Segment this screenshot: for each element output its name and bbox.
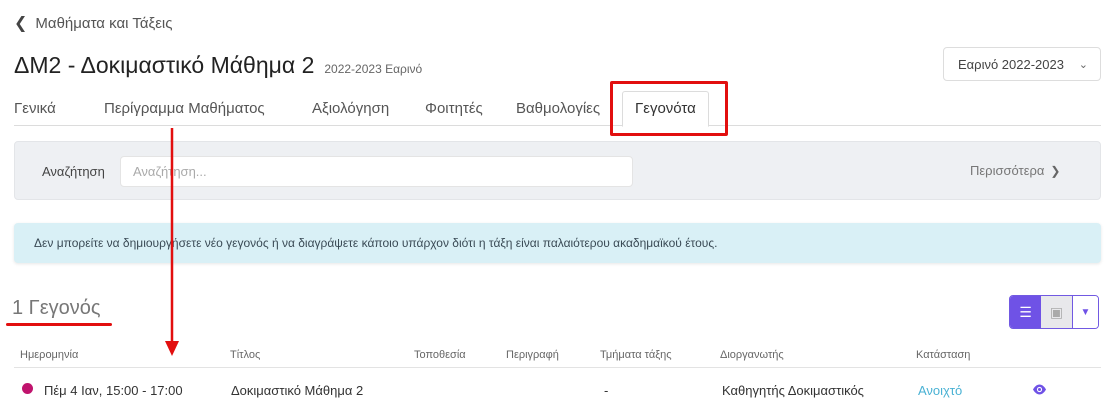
search-panel: Αναζήτηση Περισσότερα ❯	[14, 141, 1101, 200]
more-filters-label: Περισσότερα	[970, 163, 1045, 178]
chevron-down-icon: ❯	[1050, 163, 1061, 178]
list-icon: ☰	[1019, 303, 1032, 320]
page-title: ΔΜ2 - Δοκιμαστικό Μάθημα 2	[14, 52, 315, 78]
back-link-label: Μαθήματα και Τάξεις	[35, 14, 173, 32]
calendar-icon: ▣	[1049, 303, 1064, 320]
column-header-title[interactable]: Τίτλος	[230, 349, 260, 361]
info-alert: Δεν μπορείτε να δημιουργήσετε νέο γεγονό…	[14, 223, 1101, 263]
events-count-heading: 1 Γεγονός	[12, 297, 101, 319]
tab-grades[interactable]: Βαθμολογίες	[516, 100, 600, 117]
column-header-location[interactable]: Τοποθεσία	[414, 349, 466, 361]
tab-bar: Γενικά Περίγραμμα Μαθήματος Αξιολόγηση Φ…	[14, 91, 1101, 127]
view-options-dropdown[interactable]: ▼	[1072, 296, 1098, 328]
tab-students[interactable]: Φοιτητές	[425, 100, 483, 117]
column-header-date[interactable]: Ημερομηνία	[20, 349, 78, 361]
eye-icon	[1033, 384, 1046, 395]
semester-select[interactable]: Εαρινό 2022-2023 ⌄	[943, 47, 1101, 81]
column-header-organizer[interactable]: Διοργανωτής	[720, 349, 784, 361]
event-sections: -	[604, 383, 609, 398]
search-label: Αναζήτηση	[42, 164, 105, 179]
event-organizer: Καθηγητής Δοκιμαστικός	[722, 383, 864, 398]
event-color-dot	[22, 383, 33, 394]
back-link[interactable]: ❮ Μαθήματα και Τάξεις	[14, 13, 173, 33]
semester-select-value: Εαρινό 2022-2023	[958, 56, 1064, 72]
chevron-down-icon: ⌄	[1078, 58, 1088, 71]
tab-syllabus[interactable]: Περίγραμμα Μαθήματος	[104, 100, 265, 117]
search-input[interactable]	[120, 156, 633, 187]
tab-general[interactable]: Γενικά	[14, 100, 56, 117]
column-header-sections[interactable]: Τμήματα τάξης	[600, 349, 672, 361]
list-view-button[interactable]: ☰	[1010, 296, 1041, 328]
view-event-button[interactable]	[1032, 383, 1047, 398]
page-subtitle: 2022-2023 Εαρινό	[324, 62, 423, 76]
caret-down-icon: ▼	[1080, 306, 1091, 318]
event-status-link[interactable]: Ανοιχτό	[918, 383, 962, 398]
event-title[interactable]: Δοκιμαστικό Μάθημα 2	[231, 383, 363, 398]
column-header-status[interactable]: Κατάσταση	[916, 349, 970, 361]
table-row[interactable]: Πέμ 4 Ιαν, 15:00 - 17:00 Δοκιμαστικό Μάθ…	[14, 370, 1101, 409]
chevron-left-icon: ❮	[14, 15, 28, 32]
count-underline-annotation	[6, 323, 112, 326]
events-table-header: Ημερομηνία Τίτλος Τοποθεσία Περιγραφή Τμ…	[14, 344, 1101, 368]
calendar-view-button[interactable]: ▣	[1041, 296, 1072, 328]
event-date: Πέμ 4 Ιαν, 15:00 - 17:00	[44, 383, 183, 398]
tab-assessment[interactable]: Αξιολόγηση	[312, 100, 389, 117]
more-filters-button[interactable]: Περισσότερα ❯	[970, 163, 1060, 178]
view-toggle: ☰ ▣ ▼	[1009, 295, 1099, 329]
column-header-description[interactable]: Περιγραφή	[506, 349, 559, 361]
title-row: ΔΜ2 - Δοκιμαστικό Μάθημα 2 2022-2023 Εαρ…	[14, 52, 422, 79]
tab-events[interactable]: Γεγονότα	[622, 91, 709, 127]
